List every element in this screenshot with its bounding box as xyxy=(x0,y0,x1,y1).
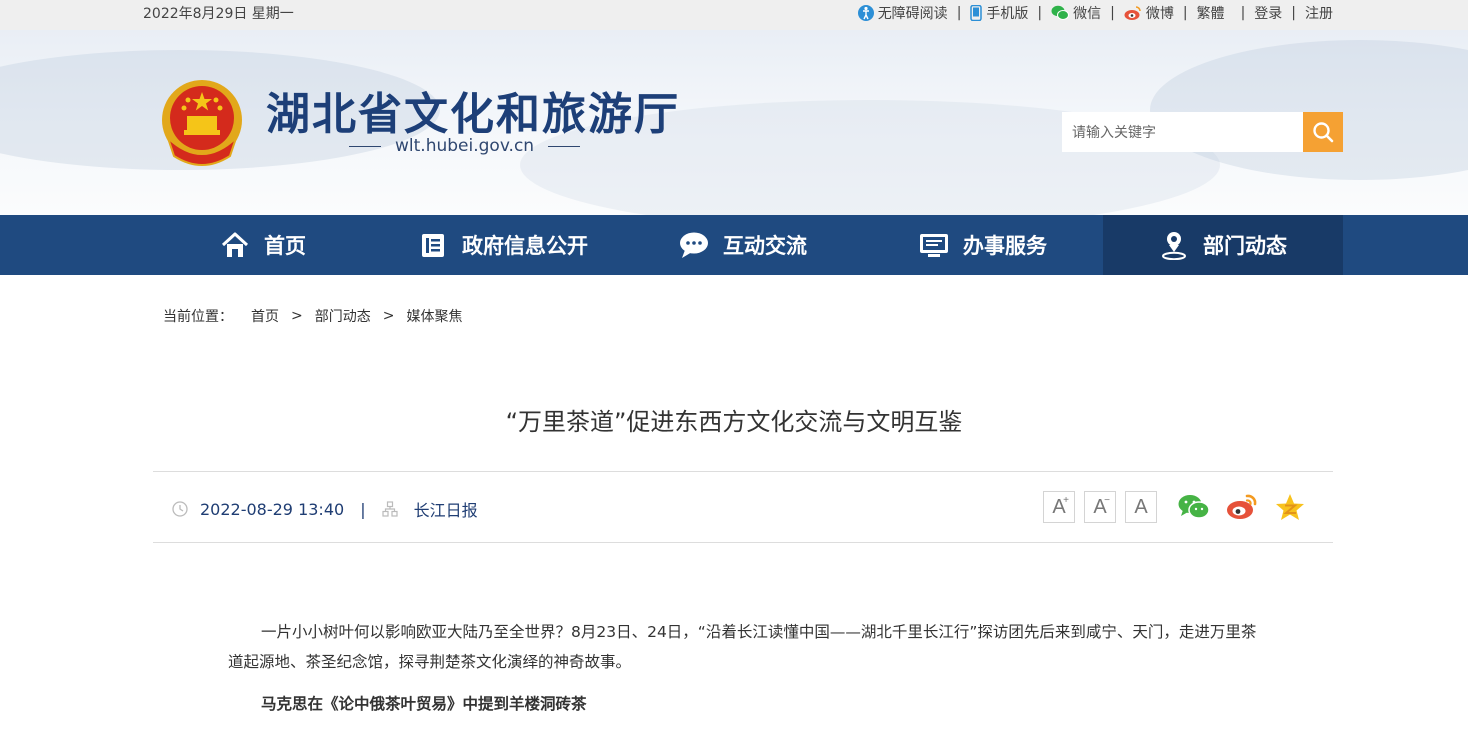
divider: | xyxy=(1110,5,1115,21)
url-decoration-line xyxy=(548,145,581,147)
clock-icon xyxy=(172,501,188,517)
breadcrumb: 当前位置： 首页 > 部门动态 > 媒体聚焦 xyxy=(163,306,462,326)
main-navigation: 首页 政府信息公开 互动交流 办事服务 部门动态 xyxy=(0,215,1468,275)
font-increase-button[interactable]: A + xyxy=(1043,491,1075,523)
current-date: 2022年8月29日 星期一 xyxy=(143,6,294,22)
home-icon xyxy=(220,230,250,260)
site-name[interactable]: 湖北省文化和旅游厅 xyxy=(266,78,680,142)
monitor-icon xyxy=(919,230,949,260)
nav-item-department-news[interactable]: 部门动态 xyxy=(1103,215,1343,275)
location-person-icon xyxy=(1159,230,1189,260)
divider: | xyxy=(1037,5,1043,21)
nav-item-home[interactable]: 首页 xyxy=(143,215,383,275)
breadcrumb-home[interactable]: 首页 xyxy=(251,306,279,326)
font-minus-mark: − xyxy=(1104,495,1110,506)
accessibility-label: 无障碍阅读 xyxy=(877,6,948,22)
top-utility-bar: 2022年8月29日 星期一 无障碍阅读 | 手机版 | 微信 | 微博 | 繁… xyxy=(0,0,1468,30)
nav-item-label: 部门动态 xyxy=(1203,234,1287,258)
meta-divider: | xyxy=(360,499,366,519)
traditional-chinese-link[interactable]: 繁體 xyxy=(1197,3,1225,23)
wechat-label: 微信 xyxy=(1073,6,1102,22)
accessibility-link[interactable]: 无障碍阅读 xyxy=(857,3,948,23)
site-url: wlt.hubei.gov.cn xyxy=(335,136,594,156)
divider-line xyxy=(153,542,1333,543)
divider: | xyxy=(1182,5,1188,21)
mobile-phone-icon xyxy=(970,5,983,21)
weibo-share-icon xyxy=(1227,494,1257,519)
document-list-icon xyxy=(418,230,448,260)
nav-item-label: 办事服务 xyxy=(963,234,1047,258)
share-buttons xyxy=(1178,491,1306,523)
breadcrumb-lead: 当前位置： xyxy=(163,309,233,325)
wechat-share-button[interactable] xyxy=(1178,491,1210,523)
chat-bubble-icon xyxy=(679,230,709,260)
breadcrumb-separator: > xyxy=(291,308,303,324)
article-title: “万里茶道”促进东西方文化交流与文明互鉴 xyxy=(505,408,963,436)
wechat-share-icon xyxy=(1178,495,1210,519)
divider-line xyxy=(153,471,1333,472)
site-url-text: wlt.hubei.gov.cn xyxy=(395,136,535,156)
national-emblem-logo[interactable] xyxy=(160,78,244,168)
breadcrumb-separator: > xyxy=(382,308,395,324)
article-subheading: 马克思在《论中俄茶叶贸易》中提到羊楼洞砖茶 xyxy=(261,695,587,713)
search-input[interactable] xyxy=(1062,112,1303,152)
nav-item-interaction[interactable]: 互动交流 xyxy=(623,215,863,275)
divider: | xyxy=(956,5,962,21)
nav-item-label: 首页 xyxy=(264,234,306,258)
article-paragraph: 一片小小树叶何以影响欧亚大陆乃至全世界？8月23日、24日，“沿着长江读懂中国—… xyxy=(228,623,1257,671)
font-reset-button[interactable]: A xyxy=(1125,491,1157,523)
nav-item-label: 政府信息公开 xyxy=(462,234,588,258)
nav-item-government-info[interactable]: 政府信息公开 xyxy=(383,215,623,275)
article-meta: 2022-08-29 13:40 | 长江日报 xyxy=(172,497,478,521)
qzone-share-icon xyxy=(1276,494,1304,520)
wechat-icon xyxy=(1051,5,1070,20)
font-plus-mark: + xyxy=(1063,495,1069,506)
top-links: 无障碍阅读 | 手机版 | 微信 | 微博 | 繁體 | 登录 | 注册 xyxy=(857,3,1333,23)
wechat-link[interactable]: 微信 xyxy=(1051,3,1101,23)
mobile-version-label: 手机版 xyxy=(986,6,1029,22)
font-size-controls: A + A − A xyxy=(1043,491,1157,523)
weibo-share-button[interactable] xyxy=(1226,491,1258,523)
weibo-label: 微博 xyxy=(1145,6,1174,22)
article-source: 长江日报 xyxy=(413,501,478,520)
breadcrumb-department-news[interactable]: 部门动态 xyxy=(315,306,371,326)
search-icon xyxy=(1313,122,1334,143)
publish-datetime: 2022-08-29 13:40 xyxy=(200,499,345,519)
breadcrumb-media-focus[interactable]: 媒体聚焦 xyxy=(406,306,462,326)
site-header: 湖北省文化和旅游厅 wlt.hubei.gov.cn xyxy=(0,30,1468,215)
search-button[interactable] xyxy=(1303,112,1343,152)
divider: | xyxy=(1240,5,1246,21)
nav-item-label: 互动交流 xyxy=(723,234,807,258)
font-decrease-button[interactable]: A − xyxy=(1084,491,1116,523)
nav-item-services[interactable]: 办事服务 xyxy=(863,215,1103,275)
font-reset-label: A xyxy=(1134,495,1148,518)
mobile-version-link[interactable]: 手机版 xyxy=(970,3,1028,23)
login-link[interactable]: 登录 xyxy=(1254,3,1282,23)
divider: | xyxy=(1291,5,1296,21)
register-link[interactable]: 注册 xyxy=(1305,3,1333,23)
url-decoration-line xyxy=(349,145,381,147)
qzone-share-button[interactable] xyxy=(1274,491,1306,523)
weibo-link[interactable]: 微博 xyxy=(1124,3,1174,23)
source-icon xyxy=(381,501,398,517)
accessibility-icon xyxy=(857,5,874,21)
weibo-icon xyxy=(1124,6,1141,20)
